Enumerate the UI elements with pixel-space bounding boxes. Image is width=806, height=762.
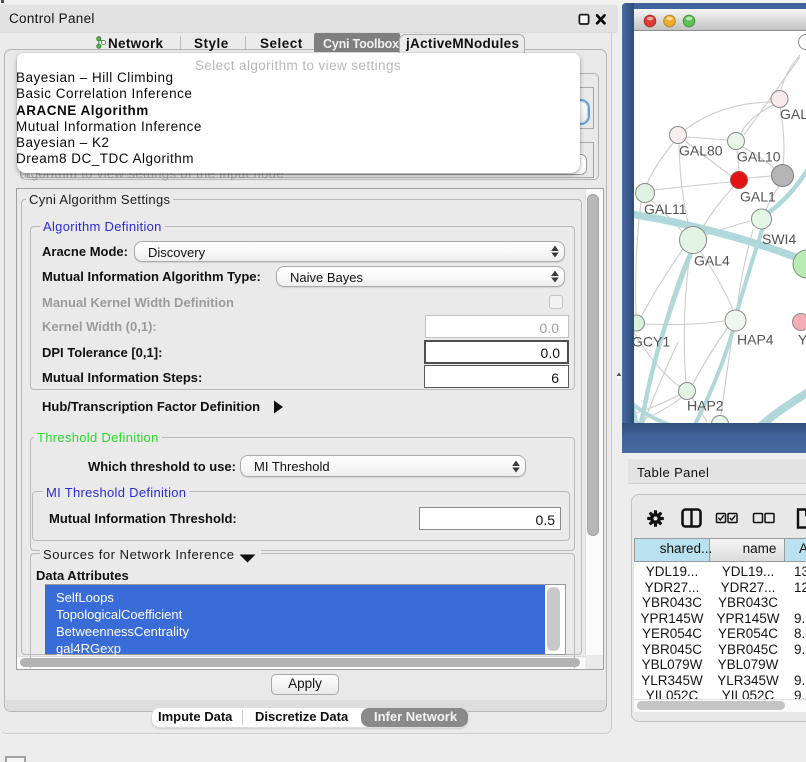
svg-text:GCY1: GCY1 — [634, 334, 670, 350]
svg-text:HAP2: HAP2 — [687, 398, 724, 414]
svg-text:SWI4: SWI4 — [762, 231, 796, 247]
svg-text:Y: Y — [798, 332, 806, 348]
svg-text:GAL: GAL — [780, 106, 806, 122]
svg-text:GAL1: GAL1 — [740, 189, 776, 205]
svg-text:GAL80: GAL80 — [679, 143, 723, 159]
svg-text:GAL4: GAL4 — [694, 253, 730, 269]
svg-text:GAL10: GAL10 — [737, 149, 781, 165]
svg-text:GAL11: GAL11 — [644, 201, 687, 217]
svg-text:HAP4: HAP4 — [737, 332, 774, 348]
